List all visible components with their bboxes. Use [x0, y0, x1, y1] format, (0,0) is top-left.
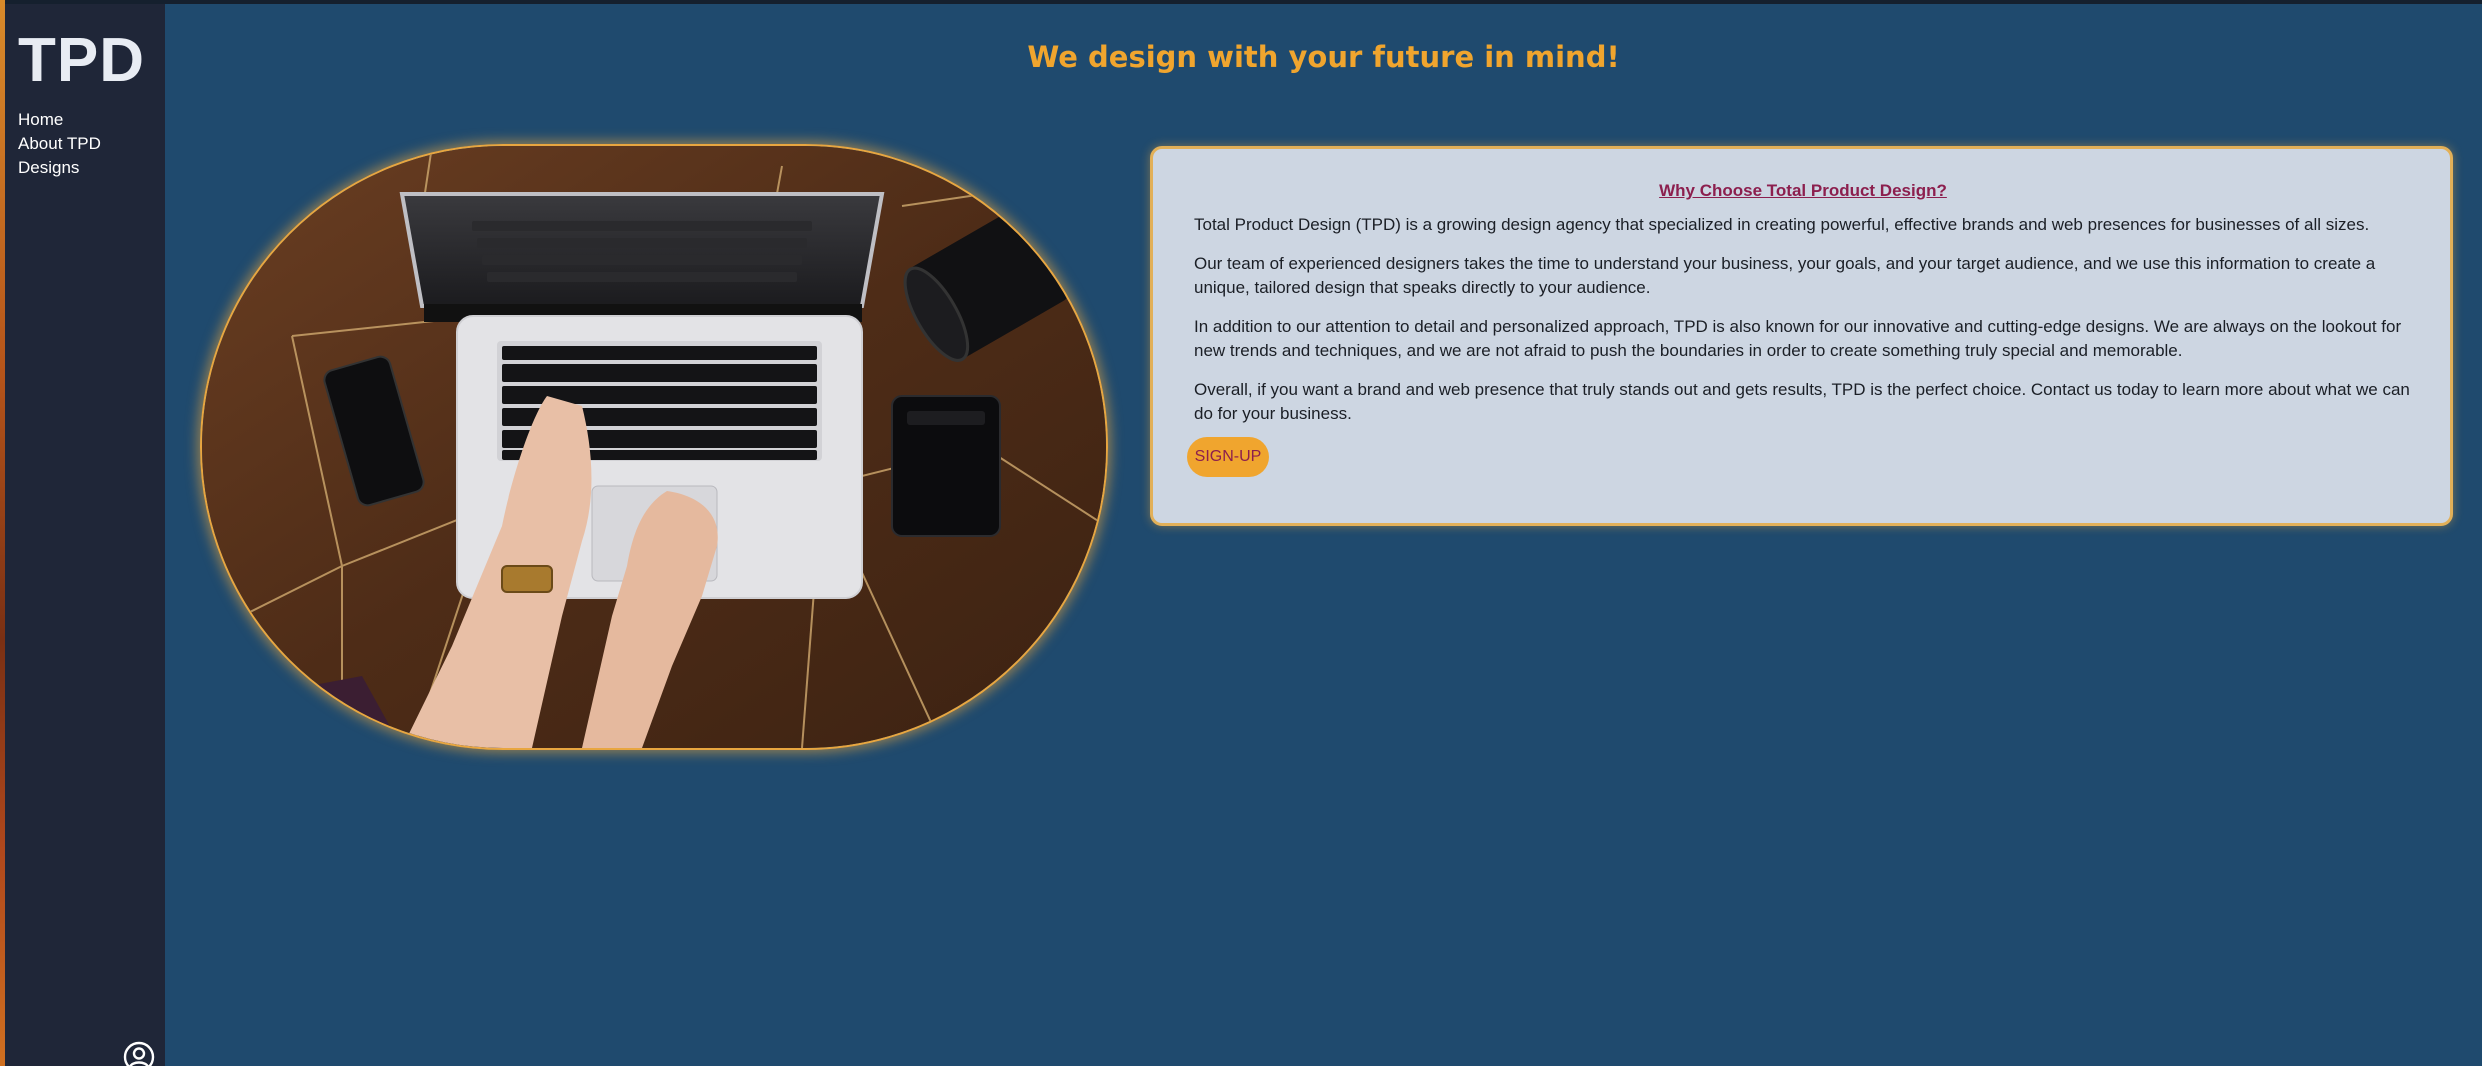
page-title: We design with your future in mind! — [1027, 40, 1620, 74]
card-paragraph-2: Our team of experienced designers takes … — [1194, 254, 2376, 297]
why-choose-card: Why Choose Total Product Design? Total P… — [1150, 146, 2453, 526]
nav-link-designs[interactable]: Designs — [18, 156, 101, 180]
sidebar-nav: Home About TPD Designs — [18, 108, 101, 180]
card-paragraph-3: In addition to our attention to detail a… — [1194, 317, 2402, 360]
hero-image — [200, 144, 1108, 750]
signup-button[interactable]: SIGN-UP — [1187, 437, 1269, 477]
logo[interactable]: TPD — [18, 26, 145, 96]
window-top-bar — [0, 0, 2482, 4]
card-paragraph-1: Total Product Design (TPD) is a growing … — [1194, 215, 2370, 234]
laptop-on-desk-image — [202, 146, 1106, 748]
nav-link-about[interactable]: About TPD — [18, 132, 101, 156]
sidebar: TPD Home About TPD Designs — [5, 4, 165, 1066]
card-heading[interactable]: Why Choose Total Product Design? — [1194, 181, 2412, 201]
user-circle-icon[interactable] — [122, 1040, 156, 1066]
card-paragraph-4: Overall, if you want a brand and web pre… — [1194, 380, 2410, 423]
nav-link-home[interactable]: Home — [18, 108, 101, 132]
